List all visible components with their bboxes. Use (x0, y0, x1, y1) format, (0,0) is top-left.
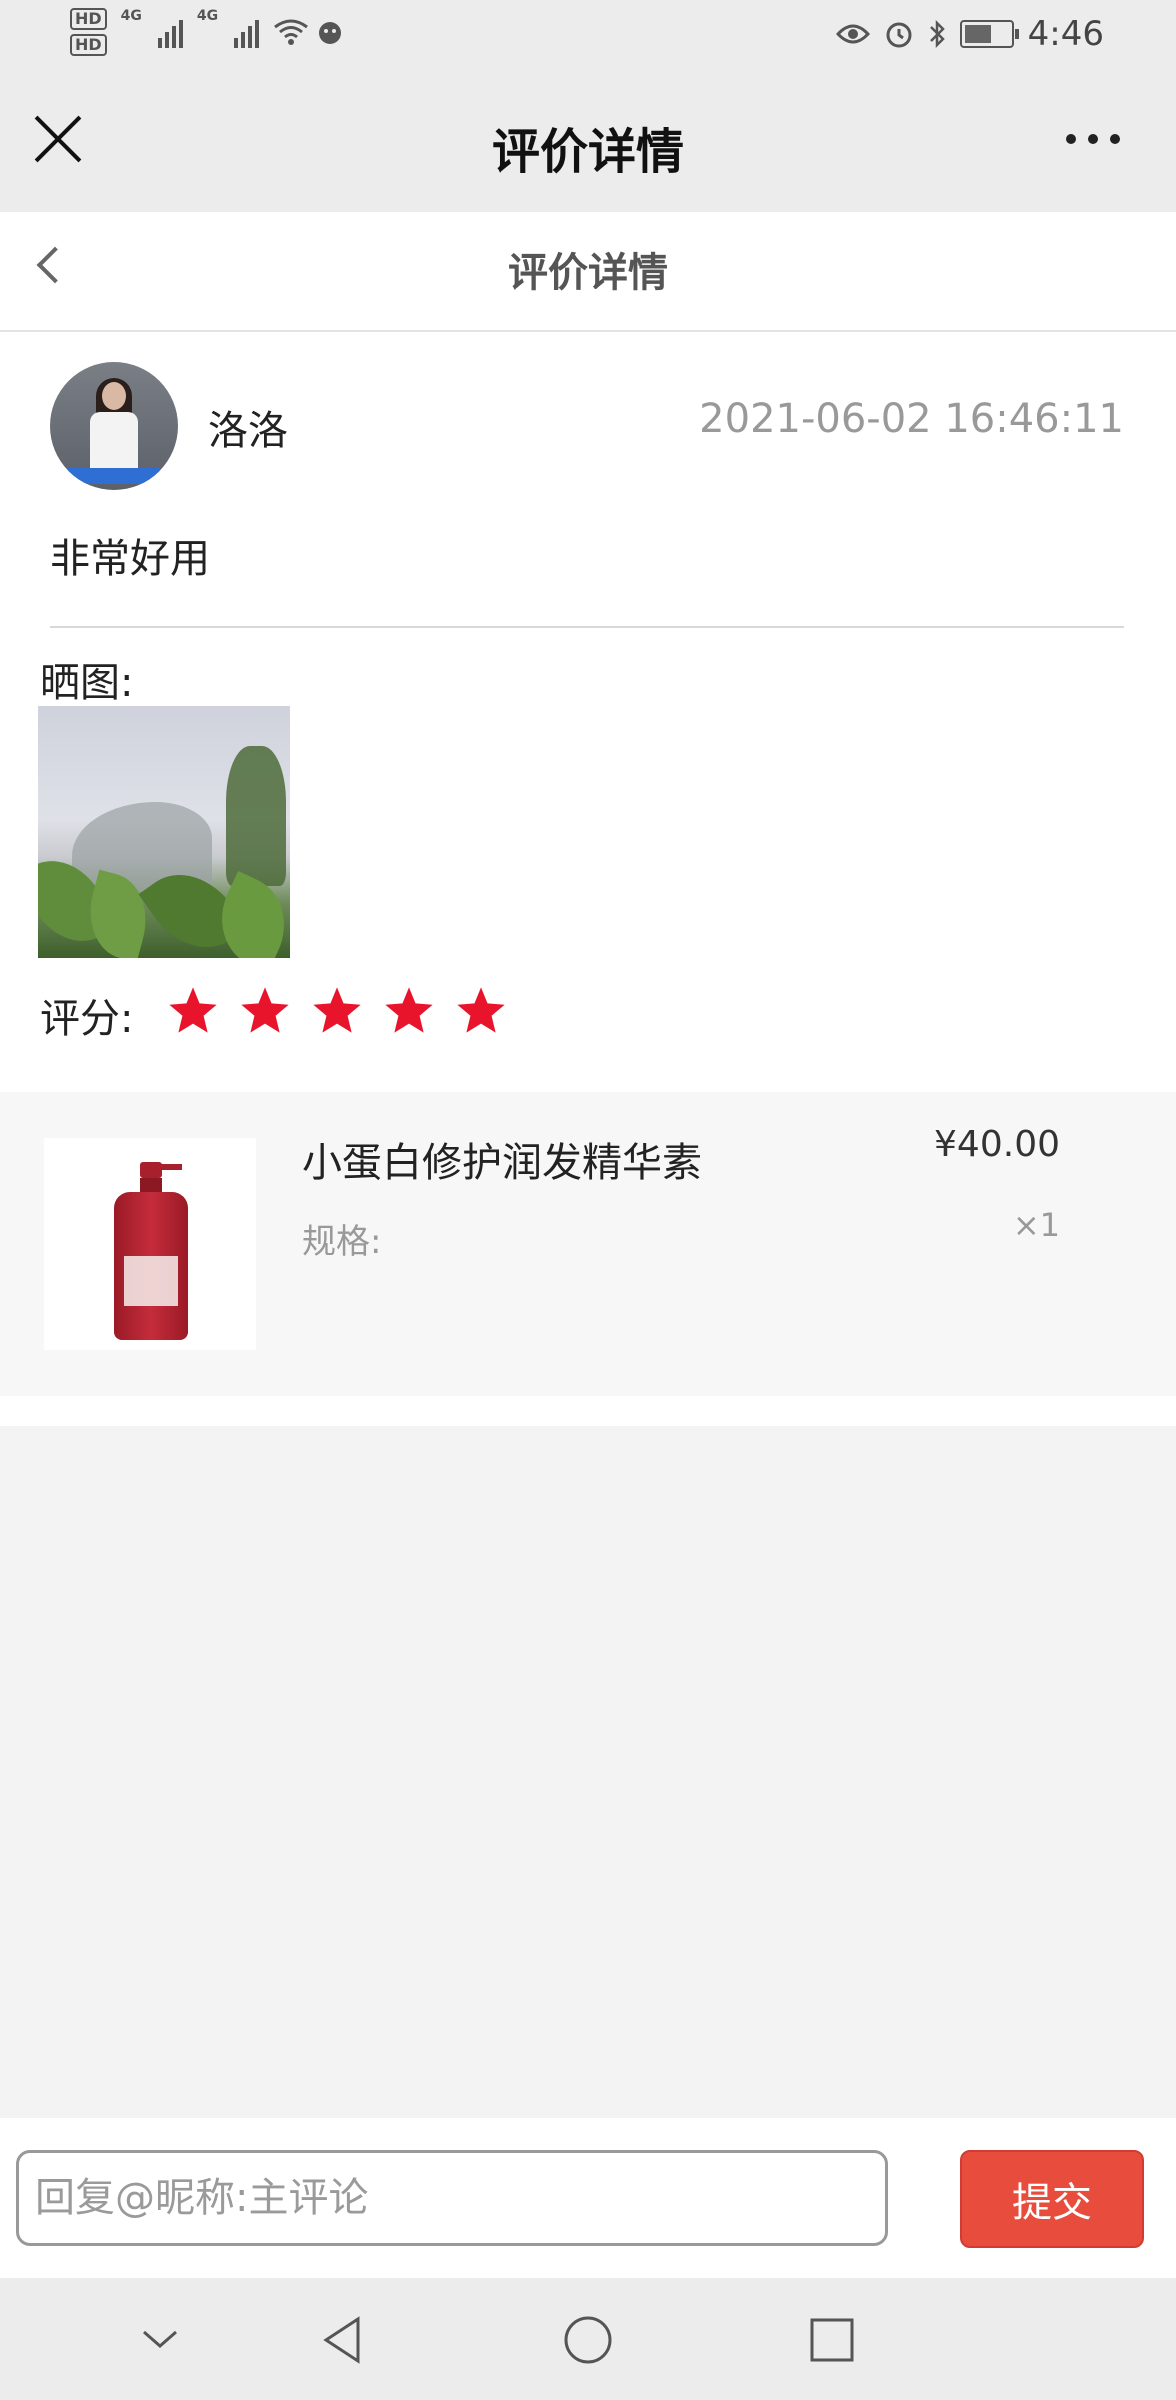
hd-indicator: HD HD (70, 8, 107, 56)
alarm-icon (886, 22, 912, 48)
review-card: 洛洛 2021-06-02 16:46:11 非常好用 晒图: 评分: (0, 332, 1176, 1092)
bluetooth-icon (929, 19, 945, 49)
square-recent-icon[interactable] (804, 2312, 860, 2368)
reviewer-name: 洛洛 (208, 408, 288, 454)
star-icon (241, 987, 289, 1033)
navbar-title: 评价详情 (491, 124, 684, 180)
star-icon (313, 987, 361, 1033)
reply-input[interactable] (16, 2150, 888, 2246)
signal-icon (234, 16, 260, 48)
rating-stars (166, 984, 508, 1038)
eye-icon (835, 24, 870, 44)
star-icon (385, 987, 433, 1033)
divider (50, 626, 1124, 628)
clock: 4:46 (1027, 14, 1104, 54)
status-right: 4:46 (835, 14, 1104, 54)
webview-navbar: 评价详情 (0, 72, 1176, 212)
product-item[interactable]: 小蛋白修护润发精华素 规格: ¥40.00 ×1 (0, 1092, 1176, 1396)
avatar[interactable] (50, 362, 178, 490)
star-icon (169, 987, 217, 1033)
hd2-badge: HD (70, 34, 107, 56)
product-image[interactable] (44, 1138, 256, 1350)
triangle-back-icon[interactable] (314, 2312, 370, 2368)
system-nav-bar (0, 2278, 1176, 2400)
page-title: 评价详情 (508, 250, 668, 296)
battery-icon (959, 20, 1019, 48)
reply-bar: 提交 (0, 2118, 1176, 2278)
star-icon (457, 987, 505, 1033)
product-spec: 规格: (302, 1222, 382, 1262)
notification-app-icon (319, 22, 342, 44)
photos-label: 晒图: (40, 660, 134, 706)
page-header: 评价详情 (0, 212, 1176, 332)
circle-home-icon[interactable] (560, 2312, 616, 2368)
chevron-down-icon[interactable] (132, 2312, 188, 2368)
status-left: HD HD 4G 4G (70, 8, 345, 56)
separator (0, 1396, 1176, 1426)
review-content: 非常好用 (50, 536, 210, 582)
review-photo[interactable] (38, 706, 290, 958)
battery-level (964, 25, 992, 43)
product-name: 小蛋白修护润发精华素 (302, 1140, 702, 1186)
review-timestamp: 2021-06-02 16:46:11 (699, 396, 1124, 442)
more-icon[interactable] (1066, 134, 1120, 144)
rating-label: 评分: (40, 996, 134, 1042)
signal-icon (157, 16, 183, 48)
hd1-badge: HD (70, 8, 107, 30)
submit-button[interactable]: 提交 (960, 2150, 1144, 2248)
product-quantity: ×1 (1012, 1206, 1060, 1244)
wifi-icon (274, 19, 309, 45)
status-bar: HD HD 4G 4G 4:46 (0, 0, 1176, 72)
product-price: ¥40.00 (934, 1124, 1060, 1165)
network-type-2: 4G (196, 8, 219, 24)
network-type-1: 4G (120, 8, 142, 24)
